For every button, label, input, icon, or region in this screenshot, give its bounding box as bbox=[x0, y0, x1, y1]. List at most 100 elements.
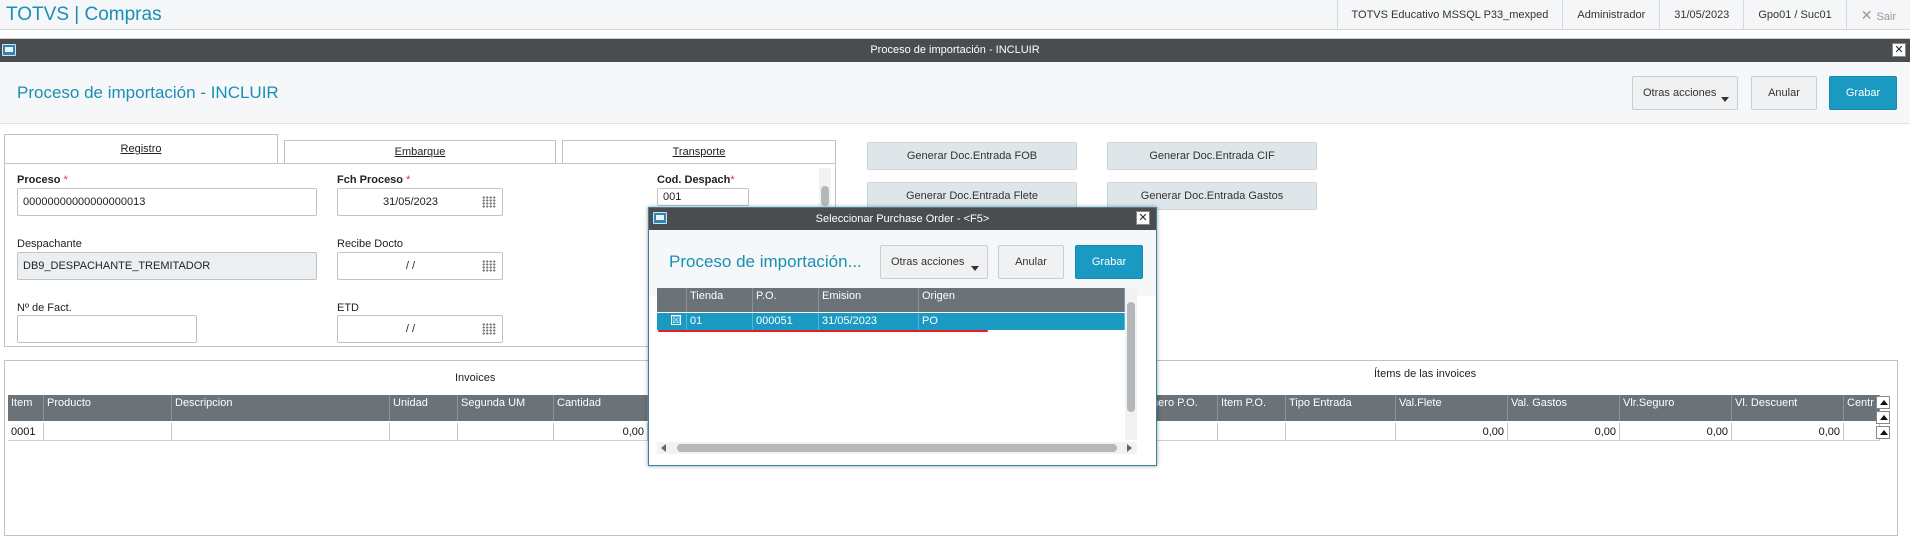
scroll-thumb[interactable] bbox=[1127, 302, 1135, 412]
table-cell[interactable] bbox=[390, 423, 458, 441]
fch-proceso-label: Fch Proceso * bbox=[337, 174, 411, 186]
column-header[interactable]: Item P.O. bbox=[1218, 395, 1286, 421]
items-grid-header: mero P.O. Item P.O. Tipo Entrada Val.Fle… bbox=[1146, 395, 1880, 421]
column-header[interactable]: Item bbox=[8, 395, 44, 421]
proceso-label: Proceso * bbox=[17, 174, 68, 186]
despachante-input[interactable]: DB9_DESPACHANTE_TREMITADOR bbox=[17, 252, 317, 280]
column-header[interactable]: Tienda bbox=[687, 288, 753, 312]
dialog-window-title: Seleccionar Purchase Order - <F5> bbox=[815, 213, 990, 225]
page-header: Proceso de importación - INCLUIR Otras a… bbox=[0, 62, 1910, 124]
chevron-down-icon bbox=[1721, 97, 1729, 102]
column-header[interactable]: Val. Gastos bbox=[1508, 395, 1620, 421]
table-cell[interactable]: 0001 bbox=[8, 423, 44, 441]
etd-input[interactable]: / / bbox=[337, 315, 503, 343]
proceso-input[interactable]: 00000000000000000013 bbox=[17, 188, 317, 216]
table-cell[interactable]: 0,00 bbox=[1396, 423, 1508, 441]
column-header[interactable]: Centr bbox=[1844, 395, 1880, 421]
table-row[interactable]: 0,00 0,00 0,00 0,00 bbox=[1146, 423, 1880, 441]
po-grid-horizontal-scrollbar[interactable] bbox=[657, 442, 1137, 454]
table-cell[interactable]: 0,00 bbox=[1508, 423, 1620, 441]
close-icon: ✕ bbox=[1860, 7, 1873, 23]
tab-transporte[interactable]: Transporte bbox=[562, 140, 836, 164]
etd-label: ETD bbox=[337, 302, 359, 314]
chevron-down-icon bbox=[971, 266, 979, 271]
branch-label[interactable]: Gpo01 / Suc01 bbox=[1743, 0, 1845, 30]
column-header[interactable] bbox=[657, 288, 687, 312]
recibe-docto-input[interactable]: / / bbox=[337, 252, 503, 280]
user-label[interactable]: Administrador bbox=[1562, 0, 1659, 30]
cod-despach-input[interactable]: 001 bbox=[657, 188, 749, 206]
table-cell[interactable]: 31/05/2023 bbox=[819, 313, 919, 330]
fch-proceso-input[interactable]: 31/05/2023 bbox=[337, 188, 503, 216]
table-cell[interactable] bbox=[458, 423, 554, 441]
generate-flete-button[interactable]: Generar Doc.Entrada Flete bbox=[867, 182, 1077, 210]
window-title-bar: Proceso de importación - INCLUIR ✕ bbox=[0, 38, 1910, 62]
despachante-label: Despachante bbox=[17, 238, 82, 250]
table-cell[interactable]: 0,00 bbox=[1732, 423, 1844, 441]
generate-cif-button[interactable]: Generar Doc.Entrada CIF bbox=[1107, 142, 1317, 170]
highlight-underline bbox=[658, 330, 988, 332]
generate-gastos-button[interactable]: Generar Doc.Entrada Gastos bbox=[1107, 182, 1317, 210]
table-cell[interactable]: 0,00 bbox=[1620, 423, 1732, 441]
column-header[interactable]: Tipo Entrada bbox=[1286, 395, 1396, 421]
table-cell[interactable]: PO bbox=[919, 313, 1125, 330]
table-cell[interactable] bbox=[1286, 423, 1396, 441]
po-table-row[interactable]: ☒ 01 000051 31/05/2023 PO bbox=[657, 313, 1137, 330]
column-header[interactable]: Cantidad bbox=[554, 395, 648, 421]
column-header[interactable]: P.O. bbox=[753, 288, 819, 312]
recibe-docto-label: Recibe Docto bbox=[337, 238, 404, 250]
column-header[interactable]: Val.Flete bbox=[1396, 395, 1508, 421]
save-button[interactable]: Grabar bbox=[1829, 76, 1897, 110]
other-actions-button[interactable]: Otras acciones bbox=[1632, 76, 1738, 110]
dialog-save-button[interactable]: Grabar bbox=[1075, 245, 1143, 279]
move-up-small-button[interactable] bbox=[1876, 426, 1890, 439]
top-bar-info: TOTVS Educativo MSSQL P33_mexped Adminis… bbox=[1336, 0, 1910, 30]
column-header[interactable]: Unidad bbox=[390, 395, 458, 421]
invoices-section-label: Invoices bbox=[455, 372, 496, 384]
calendar-icon[interactable] bbox=[482, 260, 496, 272]
table-cell[interactable] bbox=[44, 423, 172, 441]
table-cell[interactable]: 0,00 bbox=[554, 423, 648, 441]
table-cell[interactable] bbox=[1844, 423, 1880, 441]
table-cell[interactable] bbox=[172, 423, 390, 441]
dialog-header: Proceso de importación... Otras acciones… bbox=[649, 230, 1156, 296]
scroll-right-icon[interactable] bbox=[1127, 444, 1132, 452]
column-header[interactable]: Producto bbox=[44, 395, 172, 421]
column-header[interactable]: Descripcion bbox=[172, 395, 390, 421]
calendar-icon[interactable] bbox=[482, 196, 496, 208]
row-checkbox[interactable]: ☒ bbox=[671, 315, 681, 325]
scroll-left-icon[interactable] bbox=[661, 444, 666, 452]
window-title: Proceso de importación - INCLUIR bbox=[870, 44, 1040, 56]
nro-fact-input[interactable] bbox=[17, 315, 197, 343]
dialog-cancel-button[interactable]: Anular bbox=[998, 245, 1064, 279]
dialog-close-button[interactable]: ✕ bbox=[1136, 211, 1150, 225]
table-cell[interactable]: ☒ bbox=[657, 313, 687, 330]
tab-embarque[interactable]: Embarque bbox=[284, 140, 556, 164]
table-cell[interactable] bbox=[1218, 423, 1286, 441]
calendar-icon[interactable] bbox=[482, 323, 496, 335]
dialog-other-actions-button[interactable]: Otras acciones bbox=[880, 245, 988, 279]
table-cell[interactable]: 01 bbox=[687, 313, 753, 330]
column-header[interactable]: Emision bbox=[819, 288, 919, 312]
po-grid-vertical-scrollbar[interactable] bbox=[1125, 288, 1137, 440]
tab-registro[interactable]: Registro bbox=[4, 134, 278, 164]
move-top-button[interactable] bbox=[1876, 396, 1890, 409]
app-title: TOTVS | Compras bbox=[6, 4, 162, 25]
generate-fob-button[interactable]: Generar Doc.Entrada FOB bbox=[867, 142, 1077, 170]
select-purchase-order-dialog: Seleccionar Purchase Order - <F5> ✕ Proc… bbox=[648, 207, 1157, 466]
table-row[interactable]: 0001 0,00 bbox=[8, 423, 648, 441]
column-header[interactable]: Origen bbox=[919, 288, 1125, 312]
window-close-button[interactable]: ✕ bbox=[1892, 43, 1906, 57]
logout-button[interactable]: ✕ Sair bbox=[1845, 0, 1910, 30]
column-header[interactable]: Segunda UM bbox=[458, 395, 554, 421]
top-bar: TOTVS | Compras TOTVS Educativo MSSQL P3… bbox=[0, 0, 1910, 30]
scroll-thumb[interactable] bbox=[677, 444, 1117, 452]
cancel-button[interactable]: Anular bbox=[1751, 76, 1817, 110]
table-cell[interactable]: 000051 bbox=[753, 313, 819, 330]
column-header[interactable]: Vl. Descuent bbox=[1732, 395, 1844, 421]
move-up-button[interactable] bbox=[1876, 411, 1890, 424]
environment-label: TOTVS Educativo MSSQL P33_mexped bbox=[1336, 0, 1563, 30]
dialog-title: Proceso de importación... bbox=[669, 252, 862, 271]
dialog-title-bar: Seleccionar Purchase Order - <F5> ✕ bbox=[649, 208, 1156, 230]
column-header[interactable]: Vlr.Seguro bbox=[1620, 395, 1732, 421]
